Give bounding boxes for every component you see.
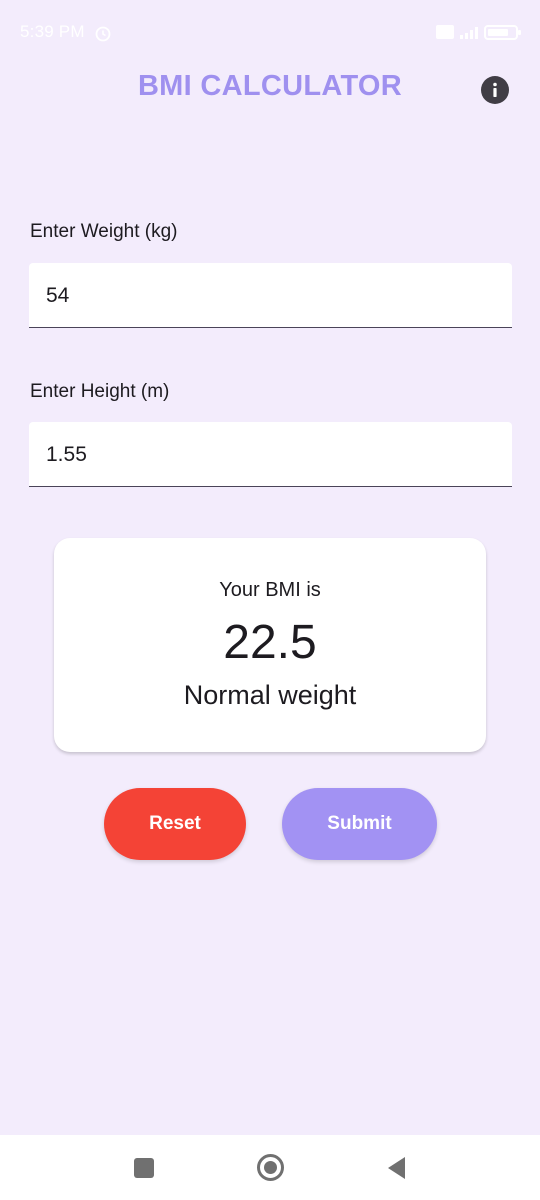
height-label: Enter Height (m) (30, 381, 170, 402)
result-caption: Your BMI is (219, 579, 321, 601)
info-button[interactable] (481, 76, 509, 104)
height-input-value: 1.55 (46, 443, 87, 466)
bmi-value: 22.5 (223, 616, 317, 669)
battery-icon (484, 24, 521, 40)
reset-button[interactable]: Reset (104, 788, 246, 860)
back-icon[interactable] (386, 1156, 406, 1180)
bmi-category: Normal weight (183, 680, 357, 710)
info-icon (493, 82, 497, 97)
status-time: 5:39 PM (20, 22, 85, 41)
height-input[interactable]: 1.55 (29, 422, 512, 487)
weight-input-value: 54 (46, 284, 70, 307)
alarm-icon (95, 26, 111, 42)
sim-icon (436, 25, 454, 39)
signal-icon (460, 25, 478, 39)
home-icon[interactable] (257, 1154, 284, 1181)
result-card: Your BMI is 22.5 Normal weight (54, 538, 486, 752)
status-bar: 5:39 PM (0, 0, 540, 64)
page-title: BMI CALCULATOR (137, 70, 403, 102)
system-nav-bar (0, 1135, 540, 1200)
weight-input[interactable]: 54 (29, 263, 512, 328)
recents-icon[interactable] (134, 1158, 154, 1178)
status-icons (436, 24, 521, 40)
submit-button[interactable]: Submit (282, 788, 437, 860)
weight-label: Enter Weight (kg) (30, 221, 178, 242)
